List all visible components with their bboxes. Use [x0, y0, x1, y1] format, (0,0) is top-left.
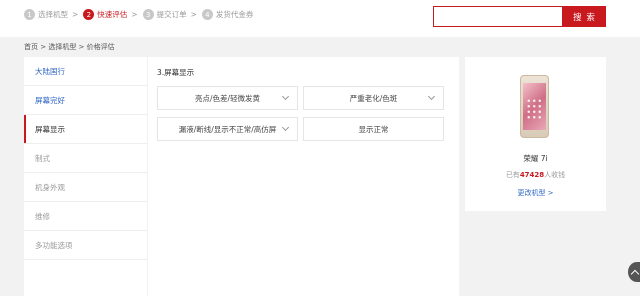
step-number: 2 [83, 9, 95, 20]
step-ship-voucher: 4 发货代金券 [201, 9, 254, 20]
step-label: 发货代金券 [215, 10, 254, 19]
sidebar-item-label: 大陆国行 [35, 66, 65, 76]
chevron-down-icon [427, 92, 436, 101]
step-select-model: 1 选择机型 > [24, 9, 78, 20]
sidebar-item-label: 屏幕完好 [35, 95, 65, 105]
option-label: 显示正常 [358, 124, 389, 134]
step-label: 提交订单 [156, 10, 187, 19]
top-bar: 1 选择机型 > 2 快速评估 > 3 提交订单 > 4 发货代金券 搜 索 [0, 0, 640, 37]
option-bright-spot[interactable]: 亮点/色差/轻微发黄 [157, 86, 298, 110]
step-number: 4 [201, 9, 213, 20]
scroll-top-icon[interactable] [628, 262, 640, 282]
sidebar-item-label: 制式 [35, 153, 50, 163]
sold-count-text: 已有47428人收钱 [505, 171, 566, 179]
sold-count: 47428 [519, 171, 545, 179]
step-number: 1 [24, 9, 35, 20]
step-submit-order: 3 提交订单 > [142, 9, 197, 20]
evaluation-panel: 3.屏幕显示 亮点/色差/轻微发黄 严重老化/色斑 漏液/断线/显示不正常/高仿… [148, 57, 459, 296]
sidebar-item-functions[interactable]: 多功能选项 [24, 231, 147, 260]
model-name: 荣耀 7i [523, 154, 548, 163]
step-arrow: > [72, 10, 79, 19]
model-card: 荣耀 7i 已有47428人收钱 更改机型 > [465, 57, 606, 211]
progress-steps: 1 选择机型 > 2 快速评估 > 3 提交订单 > 4 发货代金券 [24, 9, 258, 20]
step-label: 选择机型 [38, 10, 68, 19]
sidebar-item-label: 维修 [35, 211, 50, 221]
sidebar-item-label: 屏幕显示 [35, 124, 65, 134]
phone-image-icon [520, 75, 549, 138]
section-title: 3.屏幕显示 [157, 68, 195, 77]
option-severe-aging[interactable]: 严重老化/色斑 [303, 86, 444, 110]
sidebar-item-screen-intact[interactable]: 屏幕完好 [24, 86, 147, 115]
change-model-link[interactable]: 更改机型 > [465, 188, 606, 198]
sidebar-item-label: 多功能选项 [35, 240, 73, 250]
step-arrow: > [190, 10, 197, 19]
option-display-normal[interactable]: 显示正常 [303, 117, 444, 141]
step-quick-evaluate: 2 快速评估 > [83, 9, 138, 20]
sidebar-item-label: 机身外观 [35, 182, 65, 192]
breadcrumb: 首页 > 选择机型 > 价格评估 [24, 43, 115, 51]
step-arrow: > [131, 10, 138, 19]
option-label: 严重老化/色斑 [349, 93, 398, 103]
option-label: 漏液/断线/显示不正常/高仿屏 [178, 124, 277, 134]
sidebar-item-repair[interactable]: 维修 [24, 202, 147, 231]
step-number: 3 [142, 9, 154, 20]
search-button[interactable]: 搜 索 [563, 6, 606, 27]
option-leak-broken[interactable]: 漏液/断线/显示不正常/高仿屏 [157, 117, 298, 141]
evaluation-sidebar: 大陆国行 屏幕完好 屏幕显示 制式 机身外观 维修 多功能选项 [24, 57, 147, 296]
option-label: 亮点/色差/轻微发黄 [194, 93, 261, 103]
sidebar-item-body-appearance[interactable]: 机身外观 [24, 173, 147, 202]
sidebar-item-network[interactable]: 制式 [24, 144, 147, 173]
sidebar-item-screen-display[interactable]: 屏幕显示 [24, 115, 147, 144]
step-label: 快速评估 [97, 10, 128, 19]
chevron-down-icon [281, 123, 290, 132]
search-input[interactable] [433, 6, 563, 27]
chevron-down-icon [281, 92, 290, 101]
sidebar-item-region[interactable]: 大陆国行 [24, 57, 147, 86]
